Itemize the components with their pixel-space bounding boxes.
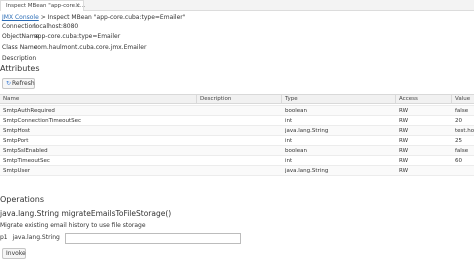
cell-value: 25 (455, 138, 462, 144)
cell-name: SmtpAuthRequired (3, 108, 55, 114)
invoke-button[interactable]: Invoke (2, 248, 26, 259)
cell-access: RW (399, 168, 409, 174)
table-row[interactable]: SmtpAuthRequired boolean RW false (0, 106, 474, 116)
cell-access: RW (399, 158, 409, 164)
cell-name: SmtpSslEnabled (3, 148, 48, 154)
table-header: Name Description Type Access Value (0, 95, 474, 104)
cell-type: java.lang.String (285, 128, 329, 134)
breadcrumb: JMX Console > Inspect MBean "app-core.cu… (2, 14, 186, 21)
objectname-label: ObjectName (2, 33, 40, 40)
connection-label: Connection (2, 23, 36, 30)
column-header-access[interactable]: Access (399, 96, 418, 102)
cell-value: false (455, 148, 469, 154)
cell-value: 20 (455, 118, 462, 124)
objectname-field: ObjectNameapp-core.cuba:type=Emailer (2, 33, 120, 40)
objectname-value: app-core.cuba:type=Emailer (34, 33, 121, 40)
cell-type: int (285, 118, 293, 124)
breadcrumb-jmx-console-link[interactable]: JMX Console (2, 14, 39, 21)
column-header-description[interactable]: Description (200, 96, 231, 102)
classname-label: Class Name (2, 44, 38, 51)
cell-access: RW (399, 118, 409, 124)
cell-value: test.host (455, 128, 474, 134)
breadcrumb-current: > Inspect MBean "app-core.cuba:type=Emai… (38, 14, 186, 21)
table-row[interactable]: SmtpTimeoutSec int RW 60 (0, 156, 474, 166)
cell-type: java.lang.String (285, 104, 390, 105)
connection-value: localhost:8080 (34, 23, 79, 30)
operations-heading: Operations (0, 195, 44, 204)
operation-signature: java.lang.String migrateEmailsToFileStor… (0, 209, 172, 218)
table-row[interactable]: SmtpConnectionTimeoutSec int RW 20 (0, 116, 474, 126)
cell-name: SmtpUser (3, 168, 31, 174)
table-row[interactable]: SmtpPort int RW 25 (0, 136, 474, 146)
connection-field: Connectionlocalhost:8080 (2, 23, 78, 30)
cell-name: SmtpPort (3, 138, 29, 144)
cell-type: java.lang.String (285, 168, 329, 174)
table-body: java.lang.String RW SmtpAuthRequired boo… (0, 104, 474, 192)
column-header-type[interactable]: Type (285, 96, 298, 102)
tab-bar: Inspect MBean "app-core.c... × (0, 0, 474, 11)
column-header-name[interactable]: Name (3, 96, 19, 102)
attributes-table: Name Description Type Access Value java.… (0, 94, 474, 192)
cell-type: boolean (285, 108, 307, 114)
column-divider[interactable] (451, 95, 452, 104)
column-divider[interactable] (395, 95, 396, 104)
cell-value: 60 (455, 158, 462, 164)
cell-access: RW (399, 128, 409, 134)
refresh-button[interactable]: ↻Refresh (2, 78, 35, 89)
tab-label: Inspect MBean "app-core.c... (6, 3, 86, 9)
cell-value: false (455, 108, 469, 114)
column-header-value[interactable]: Value (455, 96, 470, 102)
cell-type: int (285, 158, 293, 164)
parameter-type: java.lang.String (12, 234, 60, 241)
operation-description: Migrate existing email history to use fi… (0, 222, 146, 229)
table-row[interactable]: SmtpSslEnabled boolean RW false (0, 146, 474, 156)
description-field: Description (2, 55, 37, 62)
parameter-input[interactable] (65, 233, 241, 244)
cell-name: SmtpConnectionTimeoutSec (3, 118, 81, 124)
close-icon[interactable]: × (75, 2, 80, 9)
cell-type: boolean (285, 148, 307, 154)
refresh-button-label: Refresh (12, 80, 35, 87)
cell-access: RW (399, 138, 409, 144)
description-label: Description (2, 55, 37, 62)
attributes-heading: Attributes (0, 64, 40, 73)
cell-access: RW (399, 104, 449, 105)
cell-name: SmtpTimeoutSec (3, 158, 50, 164)
classname-field: Class Namecom.haulmont.cuba.core.jmx.Ema… (2, 44, 146, 51)
parameter-index: p1 (0, 234, 8, 241)
tab-inspect-mbean[interactable]: Inspect MBean "app-core.c... × (0, 0, 86, 11)
cell-name: SmtpHost (3, 128, 31, 134)
cell-access: RW (399, 108, 409, 114)
cell-type: int (285, 138, 293, 144)
column-divider[interactable] (281, 95, 282, 104)
classname-value: com.haulmont.cuba.core.jmx.Emailer (34, 44, 147, 51)
cell-access: RW (399, 148, 409, 154)
operation-parameter: p1 java.lang.String (0, 234, 60, 241)
column-divider[interactable] (196, 95, 197, 104)
table-row[interactable]: SmtpHost java.lang.String RW test.host (0, 126, 474, 136)
table-row[interactable]: SmtpUser java.lang.String RW (0, 166, 474, 176)
